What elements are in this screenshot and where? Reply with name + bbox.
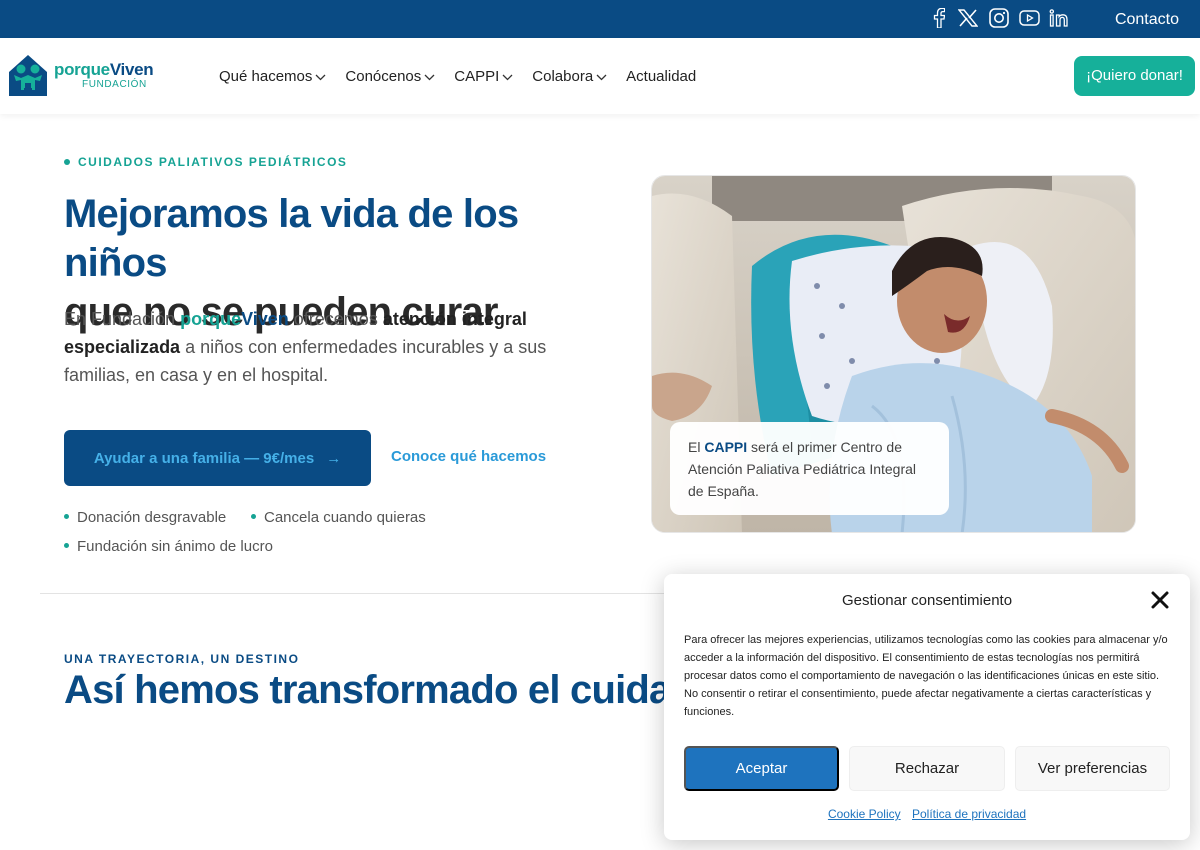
- contact-link[interactable]: Contacto: [1115, 0, 1179, 38]
- benefit-text: Donación desgravable: [77, 509, 227, 526]
- nav-label: Actualidad: [626, 67, 697, 85]
- preferences-button[interactable]: Ver preferencias: [1015, 746, 1170, 791]
- logo[interactable]: porqueViven FUNDACIÓN: [6, 52, 154, 98]
- nav-item-colabora[interactable]: Colabora: [532, 68, 607, 85]
- desc-text: En Fundación: [64, 309, 181, 329]
- desc-brand-part1: porque: [180, 309, 242, 329]
- hero-title-line1: Mejoramos la vida de los niños: [64, 192, 519, 285]
- page: Contacto porqueViven FUNDACIÓN Qué hacem…: [0, 0, 1200, 850]
- list-item: Donación desgravable: [64, 509, 226, 526]
- consent-title: Gestionar consentimiento: [841, 592, 1013, 609]
- image-caption: El CAPPI será el primer Centro de Atenci…: [670, 422, 949, 515]
- hero-eyebrow: CUIDADOS PALIATIVOS PEDIÁTRICOS: [64, 155, 347, 169]
- bullet-dot: [64, 542, 69, 548]
- desc-text: ofrecemos: [288, 309, 383, 329]
- logo-brand-part2: Viven: [109, 59, 154, 79]
- consent-text: Para ofrecer las mejores experiencias, u…: [684, 634, 1168, 718]
- nav-item-actualidad[interactable]: Actualidad: [626, 68, 696, 85]
- bullet-dot: [64, 158, 70, 165]
- list-item: Fundación sin ánimo de lucro: [64, 538, 273, 555]
- reject-button[interactable]: Rechazar: [849, 746, 1005, 791]
- privacy-policy-link[interactable]: Política de privacidad: [912, 807, 1026, 821]
- logo-brand-part1: porque: [54, 59, 110, 79]
- top-bar: Contacto: [0, 0, 1200, 38]
- section-eyebrow: UNA TRAYECTORIA, UN DESTINO: [64, 652, 300, 666]
- facebook-icon[interactable]: [931, 7, 947, 29]
- donate-button[interactable]: ¡Quiero donar!: [1074, 56, 1195, 96]
- logo-mark-icon: [9, 55, 47, 96]
- nav-item-que-hacemos[interactable]: Qué hacemos: [219, 68, 326, 85]
- learn-more-link[interactable]: Conoce qué hacemos: [391, 448, 546, 465]
- logo-subtitle: FUNDACIÓN: [82, 78, 147, 90]
- nav-label: Colabora: [532, 67, 594, 85]
- section-divider: [40, 593, 680, 594]
- chevron-down-icon: [315, 74, 326, 80]
- caption-emphasis: CAPPI: [704, 439, 748, 455]
- arrow-right-icon: →: [326, 449, 342, 467]
- consent-links: Cookie Policy Política de privacidad: [664, 807, 1190, 821]
- accept-button[interactable]: Aceptar: [684, 746, 839, 791]
- main-nav: Qué hacemos Conócenos CAPPI Colabora Act…: [219, 38, 715, 114]
- cookie-consent-dialog: Gestionar consentimiento Para ofrecer la…: [664, 574, 1190, 840]
- help-family-label: Ayudar a una familia — 9€/mes: [93, 449, 315, 467]
- hero-eyebrow-text: CUIDADOS PALIATIVOS PEDIÁTRICOS: [78, 155, 348, 169]
- help-family-button[interactable]: Ayudar a una familia — 9€/mes →: [64, 430, 371, 486]
- nav-item-cappi[interactable]: CAPPI: [454, 68, 513, 85]
- logo-text: porqueViven FUNDACIÓN: [54, 59, 154, 90]
- cookie-policy-link[interactable]: Cookie Policy: [828, 807, 901, 821]
- nav-label: Qué hacemos: [219, 67, 313, 85]
- nav-label: CAPPI: [454, 67, 500, 85]
- x-icon[interactable]: [957, 7, 979, 29]
- chevron-down-icon: [596, 74, 607, 80]
- nav-label: Conócenos: [345, 67, 422, 85]
- main-header: porqueViven FUNDACIÓN Qué hacemos Conóce…: [0, 38, 1200, 114]
- benefit-text: Fundación sin ánimo de lucro: [77, 538, 273, 555]
- bullet-dot: [251, 513, 256, 519]
- chevron-down-icon: [502, 74, 513, 80]
- caption-text: El: [688, 439, 705, 455]
- section-title: Así hemos transformado el cuidado: [64, 668, 719, 712]
- nav-item-conocenos[interactable]: Conócenos: [345, 68, 435, 85]
- close-icon[interactable]: [1150, 590, 1170, 610]
- hero-description: En Fundación porqueViven ofrecemos atenc…: [64, 305, 604, 389]
- chevron-down-icon: [424, 74, 435, 80]
- youtube-icon[interactable]: [1018, 7, 1040, 29]
- list-item: Cancela cuando quieras: [251, 509, 426, 526]
- desc-brand-part2: Viven: [241, 309, 289, 329]
- linkedin-icon[interactable]: [1048, 7, 1070, 29]
- logo-brand: porqueViven: [54, 59, 154, 79]
- instagram-icon[interactable]: [988, 7, 1010, 29]
- benefit-text: Cancela cuando quieras: [264, 509, 426, 526]
- bullet-dot: [64, 513, 69, 519]
